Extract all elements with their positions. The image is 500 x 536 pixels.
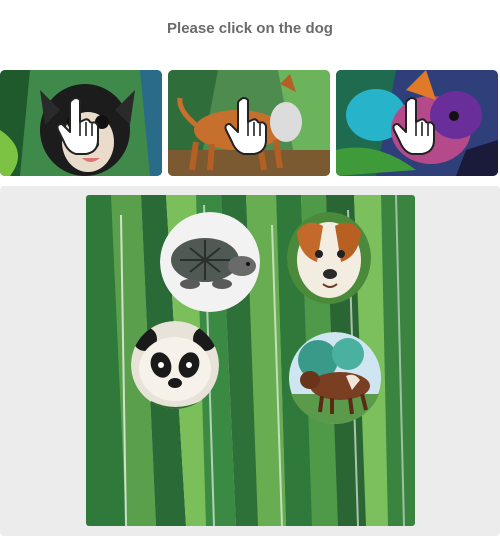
dog-example-thumbnail-2 [168, 70, 330, 176]
panda-option[interactable] [131, 321, 219, 409]
challenge-image[interactable] [86, 195, 415, 526]
dog-option[interactable] [287, 212, 371, 304]
turtle-image [160, 212, 260, 312]
panda-image [131, 321, 219, 409]
dog-example-thumbnail-1 [0, 70, 162, 176]
dog-example-thumbnail-3 [336, 70, 498, 176]
instruction-title: Please click on the dog [167, 20, 333, 37]
turtle-option[interactable] [160, 212, 260, 312]
cow-image [288, 332, 382, 424]
cow-option[interactable] [288, 332, 382, 424]
dog-image [287, 212, 371, 304]
